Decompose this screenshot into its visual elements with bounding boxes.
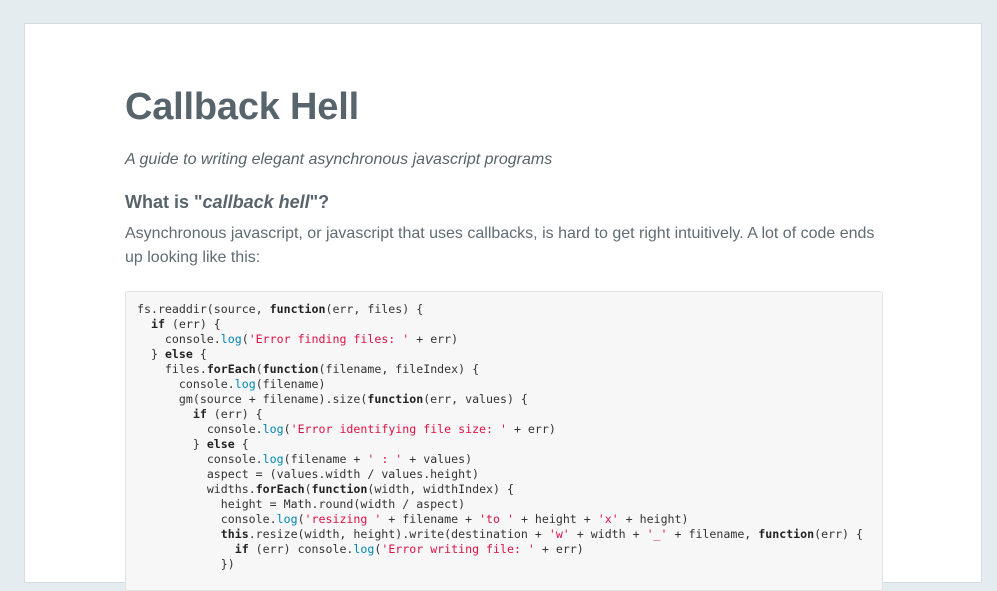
code-line: } else { [137,347,871,362]
code-token: 'Error identifying file size: ' [290,422,507,436]
code-token: (filename + [283,452,368,466]
code-line: if (err) { [137,407,871,422]
code-token: + filename + [381,512,480,526]
code-line: } else { [137,437,871,452]
code-token: { [234,437,249,451]
code-token: (filename, fileIndex) { [318,362,480,376]
code-token: function [262,362,319,376]
code-line: console.log(filename + ' : ' + values) [137,452,871,467]
code-line: if (err) console.log('Error writing file… [137,542,871,557]
code-token: ( [304,482,312,496]
code-token: function [367,392,424,406]
code-token: 'w' [548,527,570,541]
code-line: fs.readdir(source, function(err, files) … [137,302,871,317]
intro-paragraph: Asynchronous javascript, or javascript t… [125,225,875,266]
code-token: ( [255,362,263,376]
code-token: ' : ' [367,452,403,466]
code-line: if (err) { [137,317,871,332]
code-token: aspect = (values.width / values.height) [206,467,480,481]
code-token: ( [241,332,249,346]
code-token: (err) console. [248,542,354,556]
code-token: 'x' [597,512,619,526]
code-token: function [758,527,815,541]
code-token: .resize(width, height).write(destination… [248,527,549,541]
code-token: log [262,452,284,466]
code-token: + err) [506,422,556,436]
code-line: this.resize(width, height).write(destina… [137,527,871,542]
code-token: log [276,512,298,526]
section-heading-suffix: "? [309,192,330,212]
code-token: + err) [534,542,584,556]
code-token: files. [164,362,207,376]
code-line: console.log('Error finding files: ' + er… [137,332,871,347]
code-token: console. [178,377,235,391]
code-token: + width + [569,527,647,541]
code-token: console. [164,332,221,346]
code-token: if [234,542,249,556]
code-token: height = Math.round(width / aspect) [220,497,466,511]
code-token: 'Error writing file: ' [381,542,535,556]
code-line: gm(source + filename).size(function(err,… [137,392,871,407]
code-line: console.log('resizing ' + filename + 'to… [137,512,871,527]
code-token: log [262,422,284,436]
code-token: console. [220,512,277,526]
code-token: 'to ' [479,512,514,526]
code-token: (err, files) { [325,302,424,316]
code-line: }) [137,557,871,572]
code-token: ( [297,512,305,526]
code-token: log [220,332,242,346]
code-token: log [234,377,256,391]
section-heading-emphasis: callback hell [202,192,310,212]
code-token: (filename) [255,377,326,391]
code-token: forEach [255,482,305,496]
code-token: this [220,527,249,541]
code-token: console. [206,452,263,466]
code-token: 'Error finding files: ' [248,332,410,346]
code-line: aspect = (values.width / values.height) [137,467,871,482]
code-token: 'resizing ' [304,512,382,526]
code-token: (width, widthIndex) { [367,482,514,496]
code-token: gm(source + filename).size( [178,392,368,406]
code-token: log [353,542,375,556]
code-token: } [192,437,207,451]
section-heading: What is "callback hell"? [125,192,329,213]
code-token: ( [283,422,291,436]
code-token: (err) { [164,317,221,331]
code-token: fs.readdir(source, [137,302,270,316]
code-token: widths. [206,482,256,496]
code-token: '_' [646,527,668,541]
page-subtitle: A guide to writing elegant asynchronous … [125,151,553,168]
code-token: + values) [402,452,473,466]
code-token: console. [206,422,263,436]
code-token: + filename, [667,527,759,541]
code-token: } [150,347,165,361]
code-token: }) [220,557,235,571]
code-line: console.log('Error identifying file size… [137,422,871,437]
code-block: fs.readdir(source, function(err, files) … [125,291,883,591]
code-token: function [269,302,326,316]
code-line: files.forEach(function(filename, fileInd… [137,362,871,377]
code-token: if [150,317,165,331]
page-card: Callback Hell A guide to writing elegant… [24,23,982,591]
code-token: function [311,482,368,496]
section-heading-prefix: What is " [125,192,203,212]
code-token: + height) [618,512,689,526]
code-token: else [206,437,235,451]
page-title: Callback Hell [125,86,359,128]
code-line: height = Math.round(width / aspect) [137,497,871,512]
code-token: forEach [206,362,256,376]
code-token: + err) [409,332,459,346]
code-line: console.log(filename) [137,377,871,392]
code-token: { [192,347,207,361]
code-line: widths.forEach(function(width, widthInde… [137,482,871,497]
code-token: else [164,347,193,361]
code-token: (err) { [814,527,863,541]
code-token: (err, values) { [423,392,528,406]
code-token: (err) { [206,407,263,421]
code-token: if [192,407,207,421]
code-token: + height + [513,512,598,526]
